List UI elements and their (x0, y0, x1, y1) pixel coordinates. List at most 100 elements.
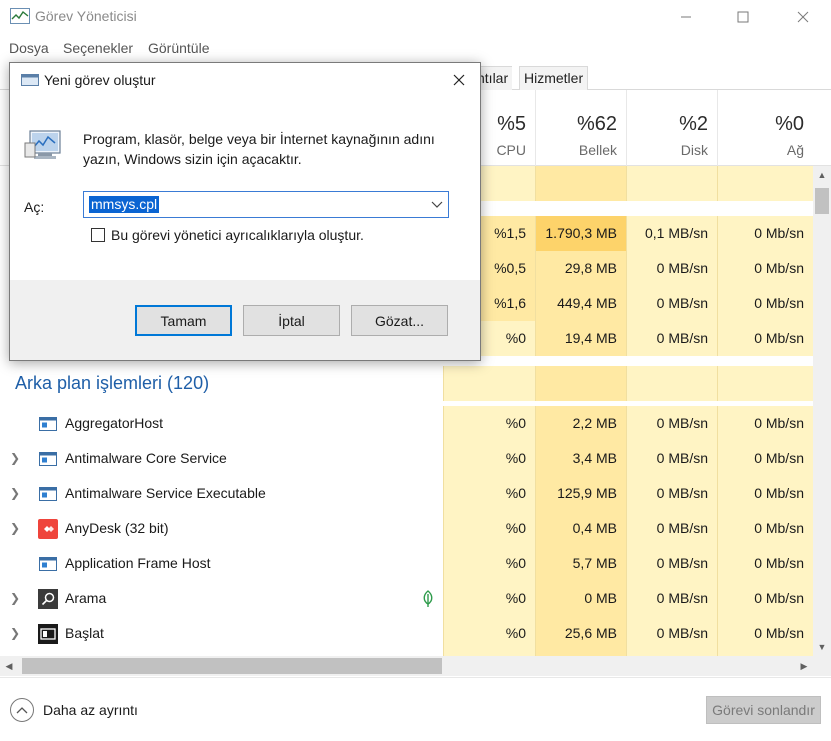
run-icon (21, 74, 39, 86)
expand-chevron-icon[interactable]: ❯ (10, 626, 22, 640)
maximize-icon (737, 11, 749, 23)
disk-value: 0 MB/sn (626, 581, 717, 616)
disk-value: 0 MB/sn (626, 286, 717, 321)
run-program-icon (24, 130, 61, 159)
column-disk[interactable]: %2 Disk (626, 90, 717, 166)
network-value: 0 Mb/sn (717, 546, 813, 581)
table-row[interactable]: ❯ Antimalware Service Executable %0 125,… (0, 476, 813, 511)
scrollbar-corner (813, 656, 831, 676)
table-row[interactable]: Application Frame Host %0 5,7 MB 0 MB/sn… (0, 546, 813, 581)
network-value: 0 Mb/sn (717, 406, 813, 441)
cpu-value: %0 (443, 476, 535, 511)
app-window-icon (39, 487, 57, 501)
network-value: 0 Mb/sn (717, 616, 813, 651)
disk-value: 0 MB/sn (626, 406, 717, 441)
menu-file[interactable]: Dosya (9, 40, 49, 56)
admin-privileges-label[interactable]: Bu görevi yönetici ayrıcalıklarıyla oluş… (111, 227, 364, 243)
scroll-up-arrow-icon[interactable]: ▲ (813, 166, 831, 184)
open-label: Aç: (24, 199, 45, 215)
memory-value: 125,9 MB (535, 476, 626, 511)
memory-value: 0 MB (535, 581, 626, 616)
network-value: 0 Mb/sn (717, 286, 813, 321)
scroll-right-arrow-icon[interactable]: ▶ (795, 656, 813, 676)
table-row[interactable]: ❯ Antimalware Core Service %0 3,4 MB 0 M… (0, 441, 813, 476)
dialog-title: Yeni görev oluştur (44, 72, 156, 88)
process-name: AnyDesk (32 bit) (65, 520, 169, 536)
process-name: Arama (65, 590, 107, 606)
disk-value: 0 MB/sn (626, 251, 717, 286)
cpu-label: CPU (496, 142, 526, 158)
dialog-close-button[interactable] (444, 68, 474, 92)
task-manager-icon (10, 8, 30, 24)
memory-value: 0,4 MB (535, 511, 626, 546)
disk-value: 0 MB/sn (626, 616, 717, 651)
footer: Daha az ayrıntı Görevi sonlandır (0, 677, 831, 741)
ok-button[interactable]: Tamam (135, 305, 232, 336)
expand-chevron-icon[interactable]: ❯ (10, 591, 22, 605)
expand-chevron-icon[interactable]: ❯ (10, 451, 22, 465)
create-new-task-dialog: Yeni görev oluştur Program, klasör, belg… (9, 62, 481, 361)
minimize-icon (681, 16, 691, 18)
memory-value: 29,8 MB (535, 251, 626, 286)
disk-value: 0 MB/sn (626, 511, 717, 546)
horizontal-scrollbar[interactable]: ◀ ▶ (0, 656, 813, 676)
dialog-description: Program, klasör, belge veya bir İnternet… (83, 131, 435, 167)
end-task-button[interactable]: Görevi sonlandır (706, 696, 821, 724)
column-network[interactable]: %0 Ağ (717, 90, 813, 166)
process-name: Application Frame Host (65, 555, 211, 571)
disk-total: %2 (679, 113, 708, 135)
disk-value: 0 MB/sn (626, 476, 717, 511)
dialog-title-bar: Yeni görev oluştur (10, 63, 480, 97)
process-name: Antimalware Service Executable (65, 485, 266, 501)
fewer-details-button[interactable]: Daha az ayrıntı (10, 697, 138, 723)
memory-total: %62 (576, 113, 617, 135)
chevron-down-icon[interactable] (430, 197, 444, 211)
table-row[interactable]: AggregatorHost %0 2,2 MB 0 MB/sn 0 Mb/sn (0, 406, 813, 441)
open-input-value[interactable]: mmsys.cpl (89, 196, 160, 213)
fewer-details-label: Daha az ayrıntı (43, 702, 138, 718)
window-title: Görev Yöneticisi (35, 8, 137, 24)
table-row[interactable]: ❯ Arama %0 0 MB 0 MB/sn 0 Mb/sn (0, 581, 813, 616)
memory-label: Bellek (578, 142, 617, 158)
network-value: 0 Mb/sn (717, 476, 813, 511)
close-icon (453, 74, 465, 86)
menu-options[interactable]: Seçenekler (63, 40, 133, 56)
disk-value: 0 MB/sn (626, 441, 717, 476)
tab-services[interactable]: Hizmetler (519, 66, 589, 90)
vertical-scroll-thumb[interactable] (815, 188, 829, 214)
table-row[interactable]: ❯ Başlat %0 25,6 MB 0 MB/sn 0 Mb/sn (0, 616, 813, 651)
network-value: 0 Mb/sn (717, 581, 813, 616)
menu-view[interactable]: Görüntüle (148, 40, 209, 56)
expand-chevron-icon[interactable]: ❯ (10, 521, 22, 535)
section-header-row[interactable]: Arka plan işlemleri (120) (0, 366, 813, 401)
horizontal-scroll-thumb[interactable] (22, 658, 442, 674)
app-window-icon (39, 417, 57, 431)
admin-privileges-checkbox[interactable] (91, 228, 105, 242)
cpu-value: %0 (443, 441, 535, 476)
scroll-left-arrow-icon[interactable]: ◀ (0, 656, 18, 676)
network-value: 0 Mb/sn (717, 511, 813, 546)
memory-value: 19,4 MB (535, 321, 626, 356)
title-bar: Görev Yöneticisi (0, 0, 831, 34)
column-memory[interactable]: %62 Bellek (535, 90, 626, 166)
process-name: AggregatorHost (65, 415, 164, 431)
browse-button[interactable]: Gözat... (351, 305, 448, 336)
maximize-button[interactable] (720, 0, 766, 34)
expand-chevron-icon[interactable]: ❯ (10, 486, 22, 500)
network-value: 0 Mb/sn (717, 441, 813, 476)
open-combobox[interactable]: mmsys.cpl (83, 191, 449, 218)
network-label: Ağ (786, 142, 804, 158)
memory-value: 1.790,3 MB (535, 216, 626, 251)
close-icon (797, 11, 809, 23)
cancel-button[interactable]: İptal (243, 305, 340, 336)
vertical-scrollbar[interactable]: ▲ ▼ (813, 166, 831, 656)
close-button[interactable] (780, 0, 826, 34)
scroll-down-arrow-icon[interactable]: ▼ (813, 638, 831, 656)
minimize-button[interactable] (663, 0, 709, 34)
memory-value: 449,4 MB (535, 286, 626, 321)
table-row[interactable]: ❯ AnyDesk (32 bit) %0 0,4 MB 0 MB/sn 0 M… (0, 511, 813, 546)
app-window-icon (39, 557, 57, 571)
suspended-leaf-icon (423, 590, 433, 607)
anydesk-icon (38, 519, 58, 539)
memory-value: 5,7 MB (535, 546, 626, 581)
